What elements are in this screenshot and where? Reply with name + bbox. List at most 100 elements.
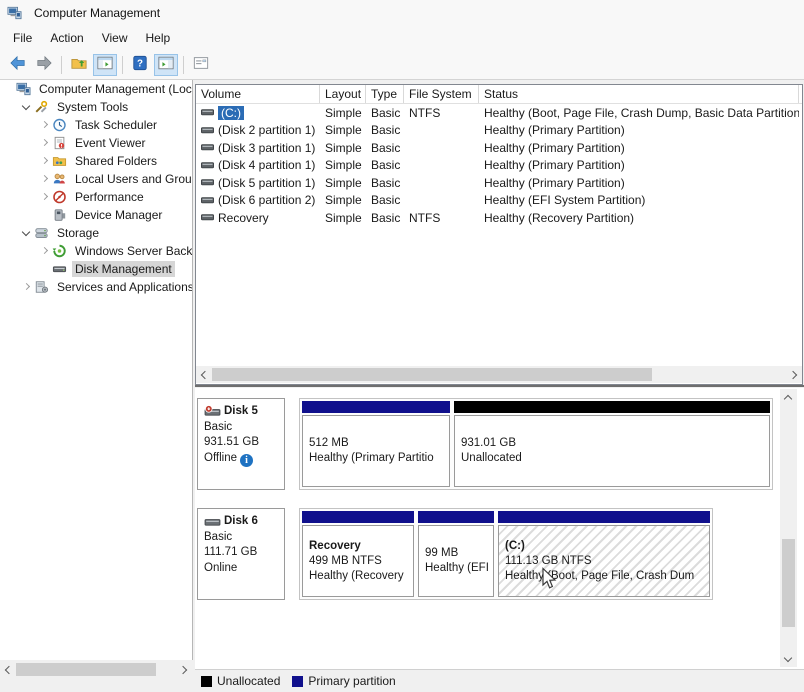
partition-healthy[interactable]: 99 MBHealthy (EFI [418,511,494,597]
scroll-thumb[interactable] [212,368,652,381]
tree-item-label: Computer Management (Local [36,81,192,97]
tree-item-storage[interactable]: Storage [0,224,192,242]
scroll-right-icon[interactable] [176,661,192,678]
volume-list-horizontal-scrollbar[interactable] [196,366,802,383]
legend-label: Unallocated [217,674,280,688]
partition-c[interactable]: (C:)111.13 GB NTFSHealthy (Boot, Page Fi… [498,511,710,597]
chevron-right-icon[interactable] [38,136,52,150]
volume-list: VolumeLayoutTypeFile SystemStatus (C:)Si… [195,84,803,385]
tree-horizontal-scrollbar[interactable] [0,661,192,678]
forward-icon [35,55,53,74]
menu-action[interactable]: Action [41,28,92,48]
chevron-placeholder [38,208,52,222]
disk-label[interactable]: Disk 5Basic931.51 GBOfflinei [197,398,285,490]
column-header-file-system[interactable]: File System [404,85,479,103]
volume-row[interactable]: (Disk 4 partition 1)SimpleBasicHealthy (… [196,157,802,175]
scroll-down-icon[interactable] [780,651,797,667]
scroll-up-icon[interactable] [780,389,797,405]
up-folder-button[interactable] [67,54,91,76]
volume-row[interactable]: (Disk 5 partition 1)SimpleBasicHealthy (… [196,174,802,192]
disk-view-vertical-scrollbar[interactable] [780,389,797,667]
scroll-left-icon[interactable] [196,366,212,383]
tree-item-task-scheduler[interactable]: Task Scheduler [0,116,192,134]
volume-icon [201,159,214,172]
volume-file-system-cell: NTFS [404,211,479,225]
tree-item-device-manager[interactable]: Device Manager [0,206,192,224]
column-header-volume[interactable]: Volume [196,85,320,103]
up-folder-icon [70,55,88,74]
show-console-tree-button[interactable] [93,54,117,76]
partition-body[interactable]: Recovery499 MB NTFSHealthy (Recovery [302,525,414,597]
tree-item-computer-management-local[interactable]: Computer Management (Local [0,80,192,98]
column-header-type[interactable]: Type [366,85,404,103]
volume-row[interactable]: RecoverySimpleBasicNTFSHealthy (Recovery… [196,209,802,227]
tree-item-system-tools[interactable]: System Tools [0,98,192,116]
chevron-right-icon[interactable] [38,118,52,132]
legend-label: Primary partition [308,674,395,688]
tree-item-label: Performance [72,189,147,205]
volume-name-cell[interactable]: (Disk 5 partition 1) [196,176,320,190]
volume-name-cell[interactable]: (Disk 2 partition 1) [196,123,320,137]
volume-list-header: VolumeLayoutTypeFile SystemStatus [196,85,802,104]
tree-item-label: Disk Management [72,261,175,277]
chevron-right-icon[interactable] [38,244,52,258]
tree-item-shared-folders[interactable]: Shared Folders [0,152,192,170]
menu-view[interactable]: View [93,28,137,48]
scroll-right-icon[interactable] [786,366,802,383]
volume-layout-cell: Simple [320,106,366,120]
volume-name: Recovery [218,211,269,225]
computer-icon [16,82,32,97]
volume-type-cell: Basic [366,176,404,190]
volume-layout-cell: Simple [320,211,366,225]
disk-size: 111.71 GB [204,545,280,561]
partition-body[interactable]: 512 MBHealthy (Primary Partitio [302,415,450,487]
back-button[interactable] [6,54,30,76]
volume-name-cell[interactable]: (Disk 4 partition 1) [196,158,320,172]
column-header-status[interactable]: Status [479,85,799,103]
chevron-right-icon[interactable] [38,154,52,168]
volume-name-cell[interactable]: (C:) [196,106,320,120]
disk-group-disk-6: Disk 6Basic111.71 GBOnlineRecovery499 MB… [197,508,713,600]
volume-row[interactable]: (Disk 3 partition 1)SimpleBasicHealthy (… [196,139,802,157]
scroll-left-icon[interactable] [0,661,16,678]
tree-item-disk-management[interactable]: Disk Management [0,260,192,278]
partition-unallocated[interactable]: 931.01 GBUnallocated [454,401,770,487]
chevron-down-icon[interactable] [20,226,34,240]
tree-item-local-users-and-groups[interactable]: Local Users and Groups [0,170,192,188]
partition-body[interactable]: 931.01 GBUnallocated [454,415,770,487]
disk-label[interactable]: Disk 6Basic111.71 GBOnline [197,508,285,600]
tree-item-services-and-applications[interactable]: Services and Applications [0,278,192,296]
volume-row[interactable]: (C:)SimpleBasicNTFSHealthy (Boot, Page F… [196,104,802,122]
menu-file[interactable]: File [4,28,41,48]
menu-help[interactable]: Help [137,28,180,48]
chevron-right-icon[interactable] [38,172,52,186]
partition-healthy[interactable]: 512 MBHealthy (Primary Partitio [302,401,450,487]
info-icon[interactable]: i [240,454,253,467]
scroll-thumb[interactable] [782,539,795,627]
volume-name-cell[interactable]: (Disk 6 partition 2) [196,193,320,207]
forward-button[interactable] [32,54,56,76]
partition-color-bar [302,401,450,413]
volume-row[interactable]: (Disk 6 partition 2)SimpleBasicHealthy (… [196,192,802,210]
disk-state: Offline [204,452,237,464]
chevron-right-icon[interactable] [20,280,34,294]
partition-body[interactable]: (C:)111.13 GB NTFSHealthy (Boot, Page Fi… [498,525,710,597]
partition-body[interactable]: 99 MBHealthy (EFI [418,525,494,597]
volume-name-cell[interactable]: (Disk 3 partition 1) [196,141,320,155]
tree-item-windows-server-backup[interactable]: Windows Server Backup [0,242,192,260]
help-button[interactable]: ? [128,54,152,76]
show-action-pane-button[interactable] [154,54,178,76]
tree-item-event-viewer[interactable]: Event Viewer [0,134,192,152]
pane-divider[interactable] [195,385,804,387]
properties-button[interactable] [189,54,213,76]
partition-recovery[interactable]: Recovery499 MB NTFSHealthy (Recovery [302,511,414,597]
volume-row[interactable]: (Disk 2 partition 1)SimpleBasicHealthy (… [196,122,802,140]
scroll-thumb[interactable] [16,663,156,676]
tree-item-performance[interactable]: Performance [0,188,192,206]
chevron-right-icon[interactable] [38,190,52,204]
column-header-layout[interactable]: Layout [320,85,366,103]
help-icon: ? [131,55,149,74]
volume-name-cell[interactable]: Recovery [196,211,320,225]
chevron-down-icon[interactable] [20,100,34,114]
toolbar-separator [61,56,62,74]
